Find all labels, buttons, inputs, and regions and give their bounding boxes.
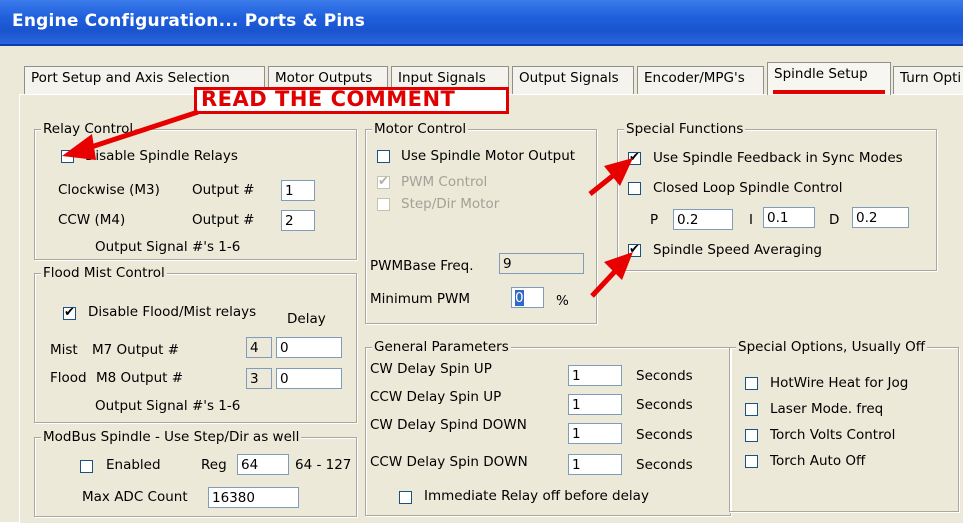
ccw-label: CCW (M4) <box>58 212 126 228</box>
callout-text: READ THE COMMENT <box>201 87 456 111</box>
special-functions-title: Special Functions <box>624 121 746 137</box>
ccw-output-label: Output # <box>192 212 255 228</box>
ccw-output-input[interactable]: 2 <box>281 210 315 231</box>
torch-auto-off-label: Torch Auto Off <box>770 453 866 469</box>
general-row-label: CW Delay Spind DOWN <box>370 417 527 433</box>
immediate-relay-label: Immediate Relay off before delay <box>424 488 649 504</box>
pwm-control-checkbox[interactable] <box>377 174 390 189</box>
max-adc-input[interactable]: 16380 <box>208 487 299 508</box>
modbus-enabled-label: Enabled <box>106 457 161 473</box>
torch-auto-off-checkbox[interactable] <box>745 455 758 468</box>
general-row-label: CW Delay Spin UP <box>370 361 492 377</box>
pwm-base-freq-label: PWMBase Freq. <box>370 258 474 274</box>
cw-spin-up-input[interactable]: 1 <box>568 365 622 386</box>
minimum-pwm-unit: % <box>556 293 569 309</box>
mist-output-label: M7 Output # <box>92 342 180 358</box>
special-options-title: Special Options, Usually Off <box>736 339 928 355</box>
closed-loop-checkbox[interactable] <box>628 182 641 195</box>
general-row-unit: Seconds <box>636 397 693 413</box>
general-row-unit: Seconds <box>636 368 693 384</box>
minimum-pwm-input[interactable]: 0 <box>511 287 544 308</box>
general-row-unit: Seconds <box>636 457 693 473</box>
speed-averaging-checkbox[interactable] <box>628 242 641 257</box>
tab-output-signals[interactable]: Output Signals <box>512 66 634 94</box>
pwm-control-label: PWM Control <box>401 174 488 190</box>
delay-label: Delay <box>287 311 326 327</box>
modbus-reg-input[interactable]: 64 <box>237 454 289 475</box>
window-title: Engine Configuration... Ports & Pins <box>12 11 366 31</box>
step-dir-motor-checkbox[interactable] <box>377 198 390 211</box>
flood-output-label: M8 Output # <box>96 370 184 386</box>
pwm-base-freq-input[interactable]: 9 <box>499 253 584 274</box>
d-gain-input[interactable]: 0.2 <box>852 207 909 228</box>
cw-output-input[interactable]: 1 <box>281 180 315 201</box>
motor-control-title: Motor Control <box>372 121 469 137</box>
general-row-label: CCW Delay Spin UP <box>370 389 502 405</box>
mist-label: Mist <box>50 342 78 358</box>
ccw-spin-down-input[interactable]: 1 <box>568 454 622 475</box>
title-bar: Engine Configuration... Ports & Pins <box>0 0 963 46</box>
mist-delay-input[interactable]: 0 <box>276 337 342 358</box>
modbus-reg-range: 64 - 127 <box>295 457 352 473</box>
flood-output-note: Output Signal #'s 1-6 <box>95 398 241 414</box>
closed-loop-label: Closed Loop Spindle Control <box>653 180 843 196</box>
modbus-enabled-checkbox[interactable] <box>80 460 93 473</box>
torch-volts-label: Torch Volts Control <box>770 427 896 443</box>
spindle-feedback-checkbox[interactable] <box>628 150 641 165</box>
torch-volts-checkbox[interactable] <box>745 429 758 442</box>
tab-highlight-underline <box>773 90 885 94</box>
general-row-label: CCW Delay Spin DOWN <box>370 454 528 470</box>
laser-mode-label: Laser Mode. freq <box>770 401 884 417</box>
d-label: D <box>829 212 840 228</box>
use-spindle-motor-checkbox[interactable] <box>377 150 390 163</box>
laser-mode-checkbox[interactable] <box>745 403 758 416</box>
p-gain-input[interactable]: 0.2 <box>673 209 733 230</box>
modbus-reg-label: Reg <box>201 457 227 473</box>
cw-output-label: Output # <box>192 182 255 198</box>
speed-averaging-label: Spindle Speed Averaging <box>653 242 822 258</box>
general-row-unit: Seconds <box>636 427 693 443</box>
flood-output-input[interactable]: 3 <box>246 368 272 389</box>
cw-spin-down-input[interactable]: 1 <box>568 423 622 444</box>
flood-delay-input[interactable]: 0 <box>276 368 342 389</box>
immediate-relay-checkbox[interactable] <box>399 491 412 504</box>
i-gain-input[interactable]: 0.1 <box>763 207 815 228</box>
disable-spindle-relays-checkbox[interactable] <box>61 150 74 163</box>
ccw-spin-up-input[interactable]: 1 <box>568 394 622 415</box>
relay-control-title: Relay Control <box>41 121 136 137</box>
cw-label: Clockwise (M3) <box>58 182 160 198</box>
hotwire-heat-label: HotWire Heat for Jog <box>770 375 909 391</box>
p-label: P <box>650 212 659 228</box>
tab-turn-options[interactable]: Turn Opti <box>893 66 963 94</box>
hotwire-heat-checkbox[interactable] <box>745 377 758 390</box>
tab-encoder-mpg[interactable]: Encoder/MPG's <box>637 66 764 94</box>
i-label: I <box>749 212 753 228</box>
use-spindle-motor-label: Use Spindle Motor Output <box>401 148 576 164</box>
disable-spindle-relays-label: Disable Spindle Relays <box>85 148 238 164</box>
flood-mist-title: Flood Mist Control <box>41 265 167 281</box>
step-dir-motor-label: Step/Dir Motor <box>401 196 500 212</box>
general-parameters-title: General Parameters <box>372 339 511 355</box>
disable-flood-mist-checkbox[interactable] <box>63 305 76 320</box>
relay-output-note: Output Signal #'s 1-6 <box>95 239 241 255</box>
mist-output-input[interactable]: 4 <box>246 337 272 358</box>
disable-flood-mist-label: Disable Flood/Mist relays <box>88 304 257 320</box>
modbus-spindle-group: ModBus Spindle - Use Step/Dir as well <box>34 429 357 517</box>
spindle-feedback-label: Use Spindle Feedback in Sync Modes <box>653 150 903 166</box>
flood-label: Flood <box>50 370 87 386</box>
minimum-pwm-label: Minimum PWM <box>370 291 470 307</box>
read-the-comment-callout: READ THE COMMENT <box>194 87 509 114</box>
max-adc-label: Max ADC Count <box>82 489 188 505</box>
modbus-spindle-title: ModBus Spindle - Use Step/Dir as well <box>41 429 302 445</box>
